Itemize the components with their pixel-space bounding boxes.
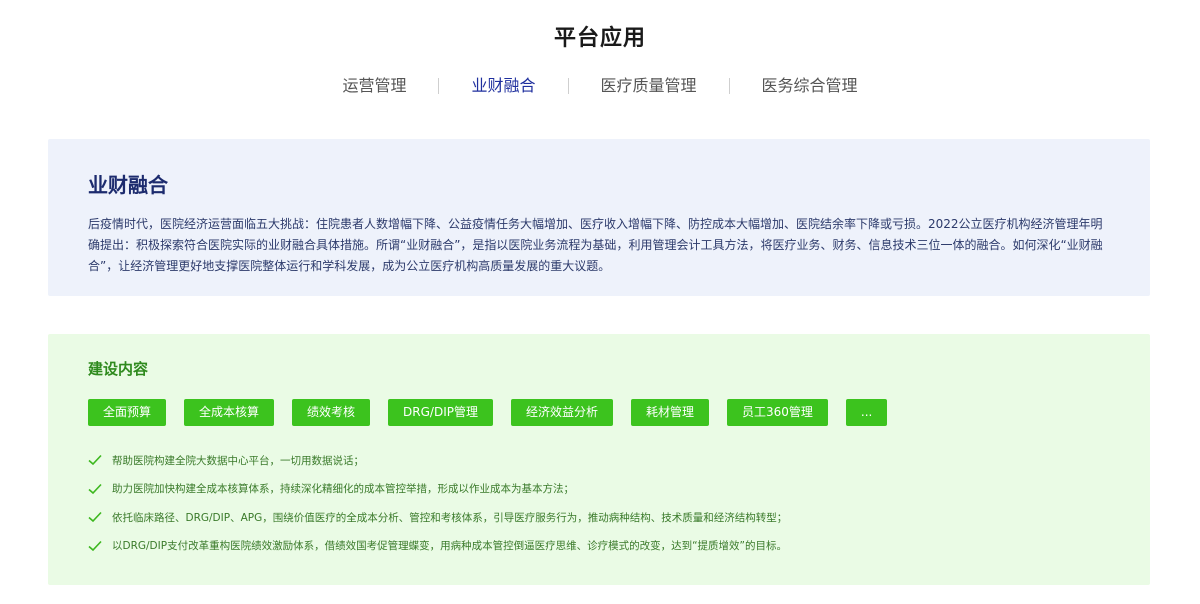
page-title: 平台应用: [553, 26, 646, 51]
tab-separator: [728, 78, 730, 94]
points-list: 帮助医院构建全院大数据中心平台，一切用数据说话； 助力医院加快构建全成本核算体系…: [88, 446, 1110, 560]
list-item: 依托临床路径、DRG/DIP、APG，围绕价值医疗的全成本分析、管控和考核体系，…: [88, 503, 1110, 532]
tag-drg-dip[interactable]: DRG/DIP管理: [388, 399, 493, 426]
tab-medical-affairs[interactable]: 医务综合管理: [758, 74, 862, 98]
tag-consumables[interactable]: 耗材管理: [631, 399, 710, 426]
tag-full-cost[interactable]: 全成本核算: [184, 399, 275, 426]
check-icon: [88, 512, 102, 523]
check-icon: [88, 540, 102, 551]
point-text: 以DRG/DIP支付改革重构医院绩效激励体系，借绩效国考促管理蝶变，用病种成本管…: [112, 540, 787, 553]
intro-panel: 业财融合 后疫情时代，医院经济运营面临五大挑战：住院患者人数增幅下降、公益疫情任…: [48, 139, 1150, 296]
build-title: 建设内容: [88, 360, 149, 378]
tab-separator: [567, 78, 569, 94]
build-panel: 建设内容 全面预算 全成本核算 绩效考核 DRG/DIP管理 经济效益分析 耗材…: [48, 334, 1150, 585]
tag-list: 全面预算 全成本核算 绩效考核 DRG/DIP管理 经济效益分析 耗材管理 员工…: [88, 399, 1110, 426]
point-text: 依托临床路径、DRG/DIP、APG，围绕价值医疗的全成本分析、管控和考核体系，…: [112, 511, 788, 524]
tag-more[interactable]: ...: [845, 399, 888, 426]
tag-economic-analysis[interactable]: 经济效益分析: [510, 399, 613, 426]
check-icon: [88, 483, 102, 494]
list-item: 以DRG/DIP支付改革重构医院绩效激励体系，借绩效国考促管理蝶变，用病种成本管…: [88, 532, 1110, 561]
tab-business-finance[interactable]: 业财融合: [467, 74, 539, 98]
intro-title: 业财融合: [88, 173, 168, 197]
list-item: 助力医院加快构建全成本核算体系，持续深化精细化的成本管控举措，形成以作业成本为基…: [88, 475, 1110, 504]
tab-operations[interactable]: 运营管理: [338, 74, 410, 98]
check-icon: [88, 455, 102, 466]
list-item: 帮助医院构建全院大数据中心平台，一切用数据说话；: [88, 446, 1110, 475]
point-text: 助力医院加快构建全成本核算体系，持续深化精细化的成本管控举措，形成以作业成本为基…: [112, 483, 574, 496]
tab-bar: 运营管理 业财融合 医疗质量管理 医务综合管理: [0, 74, 1200, 98]
tag-budget[interactable]: 全面预算: [88, 399, 167, 426]
tab-separator: [438, 78, 440, 94]
tag-performance[interactable]: 绩效考核: [292, 399, 371, 426]
point-text: 帮助医院构建全院大数据中心平台，一切用数据说话；: [112, 454, 364, 467]
tag-staff-360[interactable]: 员工360管理: [727, 399, 828, 426]
tab-quality[interactable]: 医疗质量管理: [597, 74, 701, 98]
intro-text: 后疫情时代，医院经济运营面临五大挑战：住院患者人数增幅下降、公益疫情任务大幅增加…: [88, 217, 1103, 273]
